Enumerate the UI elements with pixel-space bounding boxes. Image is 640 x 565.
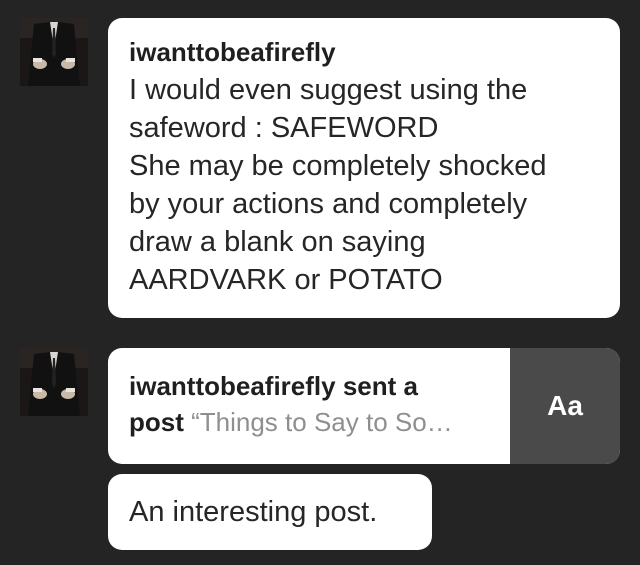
suited-figure-avatar-icon xyxy=(20,18,88,86)
message-bubble[interactable]: iwanttobeafirefly I would even suggest u… xyxy=(108,18,620,318)
shared-post-thumbnail[interactable]: Aa xyxy=(510,348,620,464)
shared-post-label: post xyxy=(129,407,184,437)
message-text: I would even suggest using the safeword … xyxy=(129,74,547,296)
shared-post-title-line: post “Things to Say to So… xyxy=(129,404,500,440)
shared-post-title: “Things to Say to So… xyxy=(183,407,453,437)
shared-post-sender: iwanttobeafirefly sent a xyxy=(129,371,418,401)
message-username[interactable]: iwanttobeafirefly xyxy=(129,34,600,70)
message-bubble[interactable]: An interesting post. xyxy=(108,474,432,550)
shared-post-card[interactable]: iwanttobeafirefly sent a post “Things to… xyxy=(108,348,620,464)
avatar[interactable] xyxy=(20,18,88,86)
shared-post-info[interactable]: iwanttobeafirefly sent a post “Things to… xyxy=(108,348,510,464)
message-text: An interesting post. xyxy=(129,496,378,528)
suited-figure-avatar-icon xyxy=(20,348,88,416)
avatar[interactable] xyxy=(20,348,88,416)
text-post-icon: Aa xyxy=(547,390,583,421)
